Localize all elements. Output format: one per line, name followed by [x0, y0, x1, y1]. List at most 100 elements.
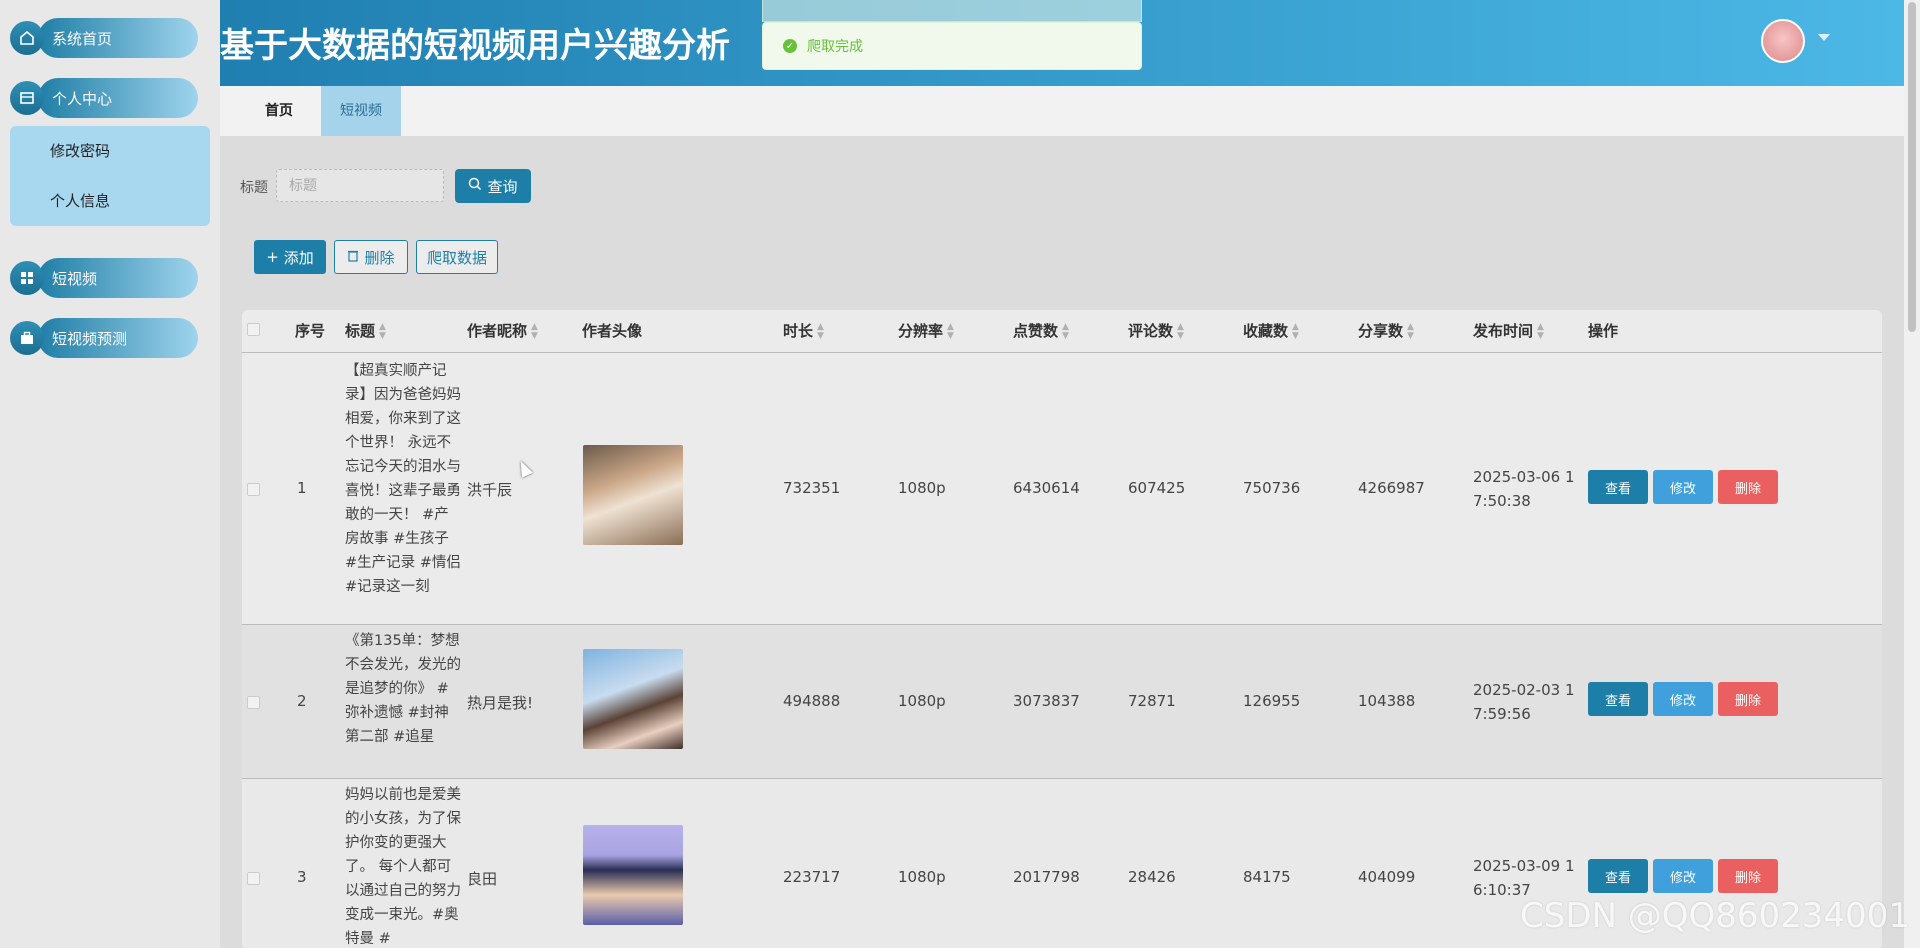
row-comments: 607425: [1128, 479, 1186, 497]
row-shares: 104388: [1358, 692, 1416, 710]
row-duration: 223717: [783, 868, 841, 886]
row-checkbox[interactable]: [247, 695, 260, 713]
edit-button[interactable]: 修改: [1653, 859, 1713, 893]
col-author-label: 作者昵称: [467, 322, 528, 340]
tab-home[interactable]: 首页: [238, 86, 320, 136]
delete-button[interactable]: 删除: [1718, 470, 1778, 504]
plus-icon: +: [266, 248, 279, 266]
row-publish-time: 2025-03-09 16:10:37: [1473, 857, 1575, 899]
table-row: 1 【超真实顺产记录】因为爸爸妈妈相爱，你来到了这个世界！ 永远不忘记今天的泪水…: [242, 352, 1882, 624]
row-title: 妈妈以前也是爱美的小女孩，为了保护你变的更强大了。 每个人都可以通过自己的努力变…: [345, 787, 461, 947]
row-author: 良田: [467, 870, 498, 888]
delete-button[interactable]: 删除: [1718, 682, 1778, 716]
data-table: 序号 标题 ▲ ▼ 作者昵称 ▲ ▼ 作者头像 时长 ▲ ▼ 分辨率 ▲ ▼ 点赞数 ▲ ▼ 评论数…: [242, 310, 1882, 948]
col-comments-label: 评论数: [1128, 322, 1174, 340]
row-favorites: 750736: [1243, 479, 1301, 497]
row-likes: 2017798: [1013, 868, 1080, 886]
tab-bar: 首页 短视频: [220, 86, 1905, 136]
user-avatar[interactable]: [1761, 19, 1805, 63]
search-label: 标题: [240, 180, 268, 196]
sidebar: 系统首页 个人中心 修改密码 个人信息 短视频 短视频预测: [0, 0, 220, 948]
crawl-button-label: 爬取数据: [426, 248, 487, 267]
row-comments: 72871: [1128, 692, 1176, 710]
row-index: 1: [297, 479, 307, 497]
sidebar-item-home[interactable]: 系统首页: [10, 18, 198, 58]
row-checkbox[interactable]: [247, 482, 260, 500]
sort-icon[interactable]: ▲ ▼: [817, 322, 824, 341]
sidebar-item-short-video-prediction[interactable]: 短视频预测: [10, 318, 198, 358]
sidebar-item-label: 短视频: [38, 258, 198, 298]
col-author[interactable]: 作者昵称 ▲ ▼: [467, 310, 538, 352]
col-comments[interactable]: 评论数 ▲ ▼: [1128, 310, 1184, 352]
sort-icon[interactable]: ▲ ▼: [1407, 322, 1414, 341]
search-input[interactable]: [276, 169, 444, 202]
sort-icon[interactable]: ▲ ▼: [531, 322, 538, 341]
col-title[interactable]: 标题 ▲ ▼: [345, 310, 386, 352]
col-duration-label: 时长: [783, 322, 814, 340]
row-favorites: 84175: [1243, 868, 1291, 886]
chevron-down-icon[interactable]: [1818, 34, 1830, 41]
row-index: 3: [297, 868, 307, 886]
submenu-item-change-password[interactable]: 修改密码: [10, 126, 210, 176]
sort-icon[interactable]: ▲ ▼: [1537, 322, 1544, 341]
delete-button[interactable]: 删除: [1718, 859, 1778, 893]
col-publish-time-label: 发布时间: [1473, 322, 1534, 340]
batch-delete-button[interactable]: 删除: [334, 240, 408, 274]
col-shares[interactable]: 分享数 ▲ ▼: [1358, 310, 1414, 352]
toast-message: 爬取完成: [807, 39, 863, 55]
personal-center-submenu: 修改密码 个人信息: [10, 126, 210, 226]
row-author: 热月是我!: [467, 694, 534, 712]
sort-icon[interactable]: ▲ ▼: [1292, 322, 1299, 341]
row-resolution: 1080p: [898, 692, 946, 710]
success-toast: ✓ 爬取完成: [762, 22, 1142, 70]
col-title-label: 标题: [345, 322, 376, 340]
row-favorites: 126955: [1243, 692, 1301, 710]
sort-icon[interactable]: ▲ ▼: [1177, 322, 1184, 341]
row-title: 【超真实顺产记录】因为爸爸妈妈相爱，你来到了这个世界！ 永远不忘记今天的泪水与喜…: [345, 363, 461, 595]
sort-icon[interactable]: ▲ ▼: [947, 322, 954, 341]
card-icon: [10, 81, 44, 115]
submenu-item-personal-info[interactable]: 个人信息: [10, 176, 210, 226]
view-button[interactable]: 查看: [1588, 682, 1648, 716]
sidebar-item-label: 短视频预测: [38, 318, 198, 358]
trash-icon: [347, 248, 359, 266]
row-publish-time: 2025-02-03 17:59:56: [1473, 681, 1575, 723]
view-button[interactable]: 查看: [1588, 470, 1648, 504]
row-checkbox[interactable]: [247, 871, 260, 889]
tab-short-video[interactable]: 短视频: [321, 86, 401, 136]
row-duration: 732351: [783, 479, 841, 497]
author-avatar-image: [583, 445, 683, 545]
row-resolution: 1080p: [898, 868, 946, 886]
sidebar-item-personal-center[interactable]: 个人中心: [10, 78, 198, 118]
col-duration[interactable]: 时长 ▲ ▼: [783, 310, 824, 352]
col-publish-time[interactable]: 发布时间 ▲ ▼: [1473, 310, 1544, 352]
col-avatar: 作者头像: [582, 322, 643, 340]
col-actions: 操作: [1588, 322, 1619, 340]
crawl-data-button[interactable]: 爬取数据: [416, 240, 498, 274]
author-avatar-image: [583, 649, 683, 749]
edit-button[interactable]: 修改: [1653, 682, 1713, 716]
row-resolution: 1080p: [898, 479, 946, 497]
row-publish-time: 2025-03-06 17:50:38: [1473, 468, 1575, 510]
grid-icon: [10, 261, 44, 295]
sidebar-item-short-video[interactable]: 短视频: [10, 258, 198, 298]
add-button-label: 添加: [283, 248, 314, 267]
query-button[interactable]: 查询: [455, 169, 531, 203]
col-favorites[interactable]: 收藏数 ▲ ▼: [1243, 310, 1299, 352]
select-all-checkbox[interactable]: [247, 310, 260, 352]
row-likes: 6430614: [1013, 479, 1080, 497]
row-shares: 4266987: [1358, 479, 1425, 497]
scrollbar-thumb[interactable]: [1908, 2, 1916, 332]
sort-icon[interactable]: ▲ ▼: [379, 322, 386, 341]
row-index: 2: [297, 692, 307, 710]
sort-icon[interactable]: ▲ ▼: [1062, 322, 1069, 341]
col-favorites-label: 收藏数: [1243, 322, 1289, 340]
view-button[interactable]: 查看: [1588, 859, 1648, 893]
page-scrollbar[interactable]: [1904, 0, 1920, 948]
col-resolution[interactable]: 分辨率 ▲ ▼: [898, 310, 954, 352]
col-likes[interactable]: 点赞数 ▲ ▼: [1013, 310, 1069, 352]
row-title: 《第135单：梦想不会发光，发光的是追梦的你》 #弥补遗憾 #封神第二部 #追星: [345, 633, 461, 745]
edit-button[interactable]: 修改: [1653, 470, 1713, 504]
add-button[interactable]: + 添加: [254, 240, 326, 274]
col-shares-label: 分享数: [1358, 322, 1404, 340]
